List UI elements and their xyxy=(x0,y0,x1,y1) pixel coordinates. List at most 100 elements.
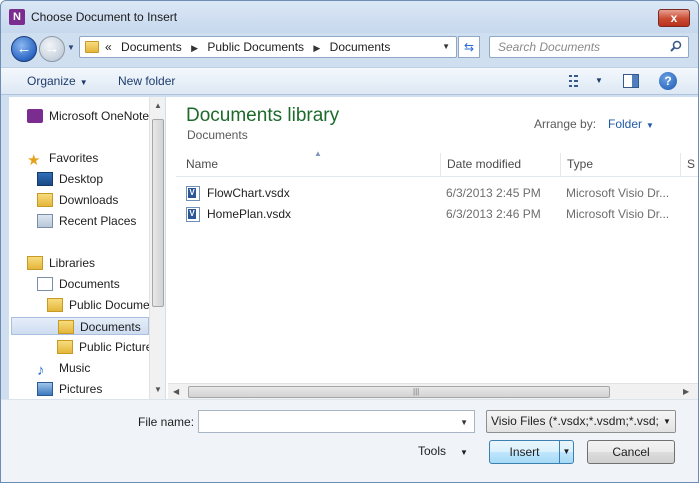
insert-options-chevron-icon[interactable]: ▼ xyxy=(559,441,573,463)
search-icon[interactable] xyxy=(670,40,682,52)
breadcrumb-overflow[interactable]: « xyxy=(105,40,112,54)
documents-icon xyxy=(37,277,53,291)
breadcrumb-item[interactable]: Public Documents xyxy=(207,40,304,54)
chevron-down-icon: ▼ xyxy=(646,121,654,130)
insert-button[interactable]: Insert ▼ xyxy=(489,440,574,464)
sidebar-item-music[interactable]: ♪ Music xyxy=(37,359,91,379)
sidebar-item-recent-places[interactable]: Recent Places xyxy=(37,212,136,230)
arrange-by-label: Arrange by: xyxy=(534,117,597,131)
breadcrumb-separator-icon[interactable]: ▶ xyxy=(313,43,320,53)
sidebar-item-desktop[interactable]: Desktop xyxy=(37,170,103,188)
column-divider[interactable] xyxy=(680,153,681,177)
pictures-icon xyxy=(37,382,53,396)
scroll-up-icon[interactable]: ▲ xyxy=(154,101,162,110)
dialog-footer: File name: ▼ Visio Files (*.vsdx;*.vsdm;… xyxy=(1,399,698,482)
sidebar-item-label: Favorites xyxy=(49,151,99,165)
scrollbar-thumb[interactable] xyxy=(152,119,164,307)
sidebar-item-downloads[interactable]: Downloads xyxy=(37,191,118,209)
onenote-icon xyxy=(27,109,43,123)
folder-icon xyxy=(47,298,63,312)
file-date: 6/3/2013 2:45 PM xyxy=(446,186,541,200)
scrollbar-grip-icon: ||| xyxy=(413,387,420,396)
horizontal-scrollbar[interactable]: ◀ ||| ▶ xyxy=(168,383,698,399)
file-name-field[interactable]: ▼ xyxy=(198,410,475,433)
column-date-modified[interactable]: Date modified xyxy=(447,157,521,171)
downloads-icon xyxy=(37,193,53,207)
sidebar-item-label: Desktop xyxy=(59,172,104,186)
breadcrumb-item[interactable]: Documents xyxy=(121,40,182,54)
address-bar[interactable]: « Documents ▶ Public Documents ▶ Documen… xyxy=(79,36,457,58)
sidebar-item-libraries[interactable]: Libraries xyxy=(27,254,95,272)
column-header-row: ▲ Name Date modified Type S xyxy=(176,149,698,177)
forward-button[interactable]: → xyxy=(39,36,65,62)
sidebar-item-documents[interactable]: Documents xyxy=(37,275,120,293)
column-type[interactable]: Type xyxy=(567,157,593,171)
cancel-button[interactable]: Cancel xyxy=(587,440,675,464)
sidebar-item-public-pictures[interactable]: Public Picture xyxy=(57,338,152,356)
file-type: Microsoft Visio Dr... xyxy=(566,207,670,221)
chevron-down-icon: ▼ xyxy=(659,411,675,432)
scroll-down-icon[interactable]: ▼ xyxy=(154,385,162,394)
file-name-label: File name: xyxy=(138,415,195,429)
file-name-dropdown-icon[interactable]: ▼ xyxy=(460,418,468,427)
recent-pages-chevron-icon[interactable]: ▼ xyxy=(67,43,75,52)
sidebar-scrollbar[interactable]: ▲ ▼ xyxy=(149,97,165,399)
views-chevron-icon[interactable]: ▼ xyxy=(595,76,603,85)
sidebar-item-public-documents[interactable]: Public Docume xyxy=(47,296,150,314)
library-title: Documents library xyxy=(186,105,340,126)
sidebar-item-favorites[interactable]: ★ Favorites xyxy=(27,149,99,168)
onenote-app-icon: N xyxy=(9,9,25,25)
sort-ascending-icon: ▲ xyxy=(314,149,322,158)
sidebar-item-label: Documents xyxy=(59,277,120,291)
file-row[interactable]: FlowChart.vsdx 6/3/2013 2:45 PM Microsof… xyxy=(186,183,686,203)
desktop-icon xyxy=(37,172,53,186)
sidebar-item-label: Public Picture xyxy=(79,340,153,354)
sidebar-item-label: Downloads xyxy=(59,193,119,207)
sidebar-item-pictures[interactable]: Pictures xyxy=(37,380,102,398)
refresh-icon[interactable]: ⇆ xyxy=(458,36,480,58)
navigation-bar: ← → ▼ « Documents ▶ Public Documents ▶ D… xyxy=(1,33,698,63)
sidebar-item-label: Public Docume xyxy=(69,298,150,312)
folder-icon xyxy=(57,340,73,354)
search-input[interactable]: Search Documents xyxy=(489,36,689,58)
scrollbar-thumb[interactable]: ||| xyxy=(188,386,610,398)
file-type-filter-value: Visio Files (*.vsdx;*.vsdm;*.vsd;* xyxy=(491,414,664,428)
insert-label: Insert xyxy=(509,445,540,459)
tools-label: Tools xyxy=(418,444,447,458)
help-icon[interactable]: ? xyxy=(659,72,677,90)
column-name[interactable]: Name xyxy=(186,157,218,171)
close-button[interactable]: x xyxy=(658,9,690,27)
sidebar-item-label: Pictures xyxy=(59,382,103,396)
sidebar-item-label: Microsoft OneNote xyxy=(49,109,150,123)
arrange-by-dropdown[interactable]: Folder ▼ xyxy=(608,117,654,131)
command-bar: Organize ▼ New folder ▼ ? xyxy=(1,67,698,95)
navigation-pane: Microsoft OneNote ★ Favorites Desktop Dow… xyxy=(9,97,165,399)
file-date: 6/3/2013 2:46 PM xyxy=(446,207,541,221)
file-row[interactable]: HomePlan.vsdx 6/3/2013 2:46 PM Microsoft… xyxy=(186,204,686,224)
back-button[interactable]: ← xyxy=(11,36,37,62)
column-divider[interactable] xyxy=(440,153,441,177)
new-folder-button[interactable]: New folder xyxy=(118,74,175,88)
sidebar-item-label: Music xyxy=(59,361,91,375)
views-icon[interactable] xyxy=(569,75,585,87)
column-divider[interactable] xyxy=(560,153,561,177)
column-size[interactable]: S xyxy=(687,157,695,171)
sidebar-item-onenote[interactable]: Microsoft OneNote xyxy=(27,107,149,125)
file-name: HomePlan.vsdx xyxy=(207,207,292,221)
organize-menu[interactable]: Organize ▼ xyxy=(27,74,88,88)
arrange-by-value: Folder xyxy=(608,117,643,131)
preview-pane-icon[interactable] xyxy=(623,74,639,88)
search-placeholder: Search Documents xyxy=(498,40,601,54)
tools-menu[interactable]: Tools ▼ xyxy=(418,444,468,458)
window-title: Choose Document to Insert xyxy=(31,10,178,24)
breadcrumb-separator-icon[interactable]: ▶ xyxy=(191,43,198,53)
scroll-left-icon[interactable]: ◀ xyxy=(173,387,179,396)
file-type-filter-select[interactable]: Visio Files (*.vsdx;*.vsdm;*.vsd;* ▼ xyxy=(486,410,676,433)
address-dropdown-chevron-icon[interactable]: ▼ xyxy=(442,42,450,51)
breadcrumb-item[interactable]: Documents xyxy=(330,40,391,54)
breadcrumb: « Documents ▶ Public Documents ▶ Documen… xyxy=(105,40,396,54)
scroll-right-icon[interactable]: ▶ xyxy=(683,387,689,396)
music-icon: ♪ xyxy=(37,362,45,379)
sidebar-item-documents-selected[interactable]: Documents xyxy=(11,317,149,335)
folder-icon xyxy=(85,41,99,53)
